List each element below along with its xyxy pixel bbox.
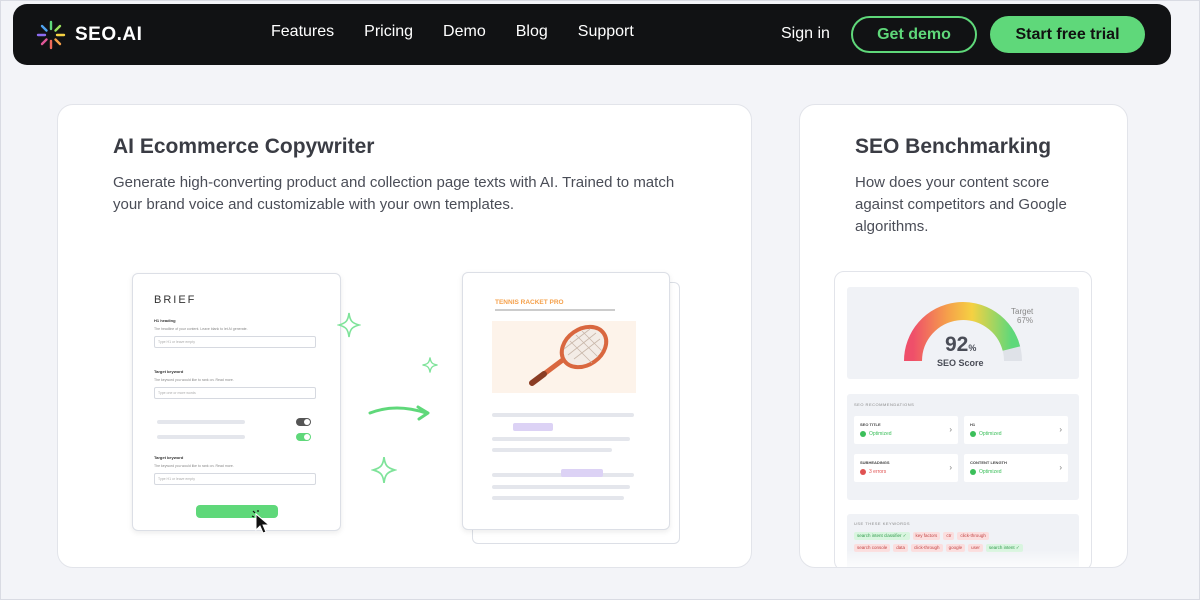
mouse-cursor-icon [251,510,271,534]
copywriter-description: Generate high-converting product and col… [113,174,675,213]
rec-status: 3 errors [860,469,886,475]
keyword-chip: ctr [943,532,955,540]
nav-link-support[interactable]: Support [578,23,634,41]
keyword-chip: click-through [957,532,989,540]
toggle-on [296,433,311,441]
fade-overlay [847,550,1079,567]
text-line [492,485,630,489]
logo[interactable]: SEO.AI [35,19,142,51]
rec-tile: SEO TITLE Optimized › [854,416,958,444]
text-line [492,413,634,417]
text-line [492,437,630,441]
brief-input: Type H1 or leave empty [154,336,316,348]
benchmark-title: SEO Benchmarking [855,135,1052,158]
nav-link-blog[interactable]: Blog [516,23,548,41]
seo-score-gauge: Target 67% 92% SEO Score [847,287,1079,379]
copywriter-card[interactable]: AI Ecommerce Copywriter Generate high-co… [57,104,752,568]
error-icon [860,469,866,475]
rec-status: Optimized [970,469,1002,475]
sunburst-logo-icon [36,20,66,50]
toggle-off [296,418,311,426]
nav-link-features[interactable]: Features [271,23,334,41]
brief-field-hint: The keyword you would like to rank on. R… [154,378,234,382]
brief-field-hint: The headline of your content. Leave blan… [154,327,248,331]
chevron-right-icon: › [1059,463,1062,472]
seo-recommendations: SEO RECOMMENDATIONS SEO TITLE Optimized … [847,394,1079,500]
product-page-illustration: TENNIS RACKET PRO [462,272,670,530]
brief-field-label: Target keyword [154,455,184,460]
rec-name: SEO TITLE [860,422,881,427]
rec-name: SUBHEADINGS [860,460,890,465]
chevron-right-icon: › [949,463,952,472]
brief-form-illustration: BRIEF H1 heading The headline of your co… [132,273,341,534]
rec-tile: CONTENT LENGTH Optimized › [964,454,1068,482]
rec-name: H1 [970,422,976,427]
brief-field-label: H1 heading [154,318,176,323]
rec-status-text: Optimized [979,469,1002,475]
rec-name: CONTENT LENGTH [970,460,1007,465]
product-image [492,321,636,393]
brief-input: Type one or more words [154,387,316,399]
chevron-right-icon: › [1059,425,1062,434]
rec-status-text: Optimized [979,431,1002,437]
recs-heading: SEO RECOMMENDATIONS [854,402,915,407]
highlight-line [513,423,553,431]
target-label: Target [1011,307,1034,316]
keyword-chip: search intent classifier ✓ [854,532,910,540]
text-line [492,448,612,452]
get-demo-button[interactable]: Get demo [851,16,977,53]
benchmark-description: How does your content score against comp… [855,174,1067,235]
score-value: 92 [945,333,969,356]
sparkle-icon [422,357,438,373]
copywriter-title: AI Ecommerce Copywriter [113,135,375,158]
rec-status: Optimized [970,431,1002,437]
rec-status: Optimized [860,431,892,437]
top-nav: SEO.AI Features Pricing Demo Blog Suppor… [13,4,1171,65]
sparkle-icon [371,457,397,483]
check-icon [970,431,976,437]
placeholder-bar [157,435,245,439]
product-title: TENNIS RACKET PRO [495,299,564,306]
sign-in-link[interactable]: Sign in [781,25,830,43]
brief-title: BRIEF [154,294,197,306]
brief-field-hint: The keyword you would like to rank on. R… [154,464,234,468]
nav-links: Features Pricing Demo Blog Support [271,23,634,41]
benchmark-illustration: Target 67% 92% SEO Score SEO RECOMMENDAT… [834,271,1092,567]
arrow-right-icon [368,405,430,421]
check-icon [970,469,976,475]
rec-tile: H1 Optimized › [964,416,1068,444]
nav-link-demo[interactable]: Demo [443,23,486,41]
highlight-line [561,469,603,477]
brief-field-label: Target keyword [154,369,184,374]
logo-text: SEO.AI [75,24,143,45]
target-value: 67% [1017,316,1034,325]
score-unit: % [968,343,977,353]
chevron-right-icon: › [949,425,952,434]
start-free-trial-button[interactable]: Start free trial [990,16,1145,53]
rec-tile: SUBHEADINGS 3 errors › [854,454,958,482]
placeholder-bar [157,420,245,424]
product-subline [495,309,615,311]
keywords-row: search intent classifier ✓ key factors c… [854,532,989,540]
gauge-label: SEO Score [937,358,984,368]
keywords-panel: USE THESE KEYWORDS search intent classif… [847,514,1079,567]
gauge-target: Target 67% [1011,307,1033,325]
gauge-score: 92% [945,333,976,357]
rec-status-text: Optimized [869,431,892,437]
text-line [492,496,624,500]
brief-input: Type H1 or leave empty [154,473,316,485]
tennis-racket-icon [529,324,609,386]
keywords-heading: USE THESE KEYWORDS [854,521,911,526]
nav-link-pricing[interactable]: Pricing [364,23,413,41]
rec-status-text: 3 errors [869,469,887,475]
check-icon [860,431,866,437]
benchmark-card[interactable]: SEO Benchmarking How does your content s… [799,104,1128,568]
sparkle-icon [337,312,361,338]
keyword-chip: key factors [912,532,941,540]
